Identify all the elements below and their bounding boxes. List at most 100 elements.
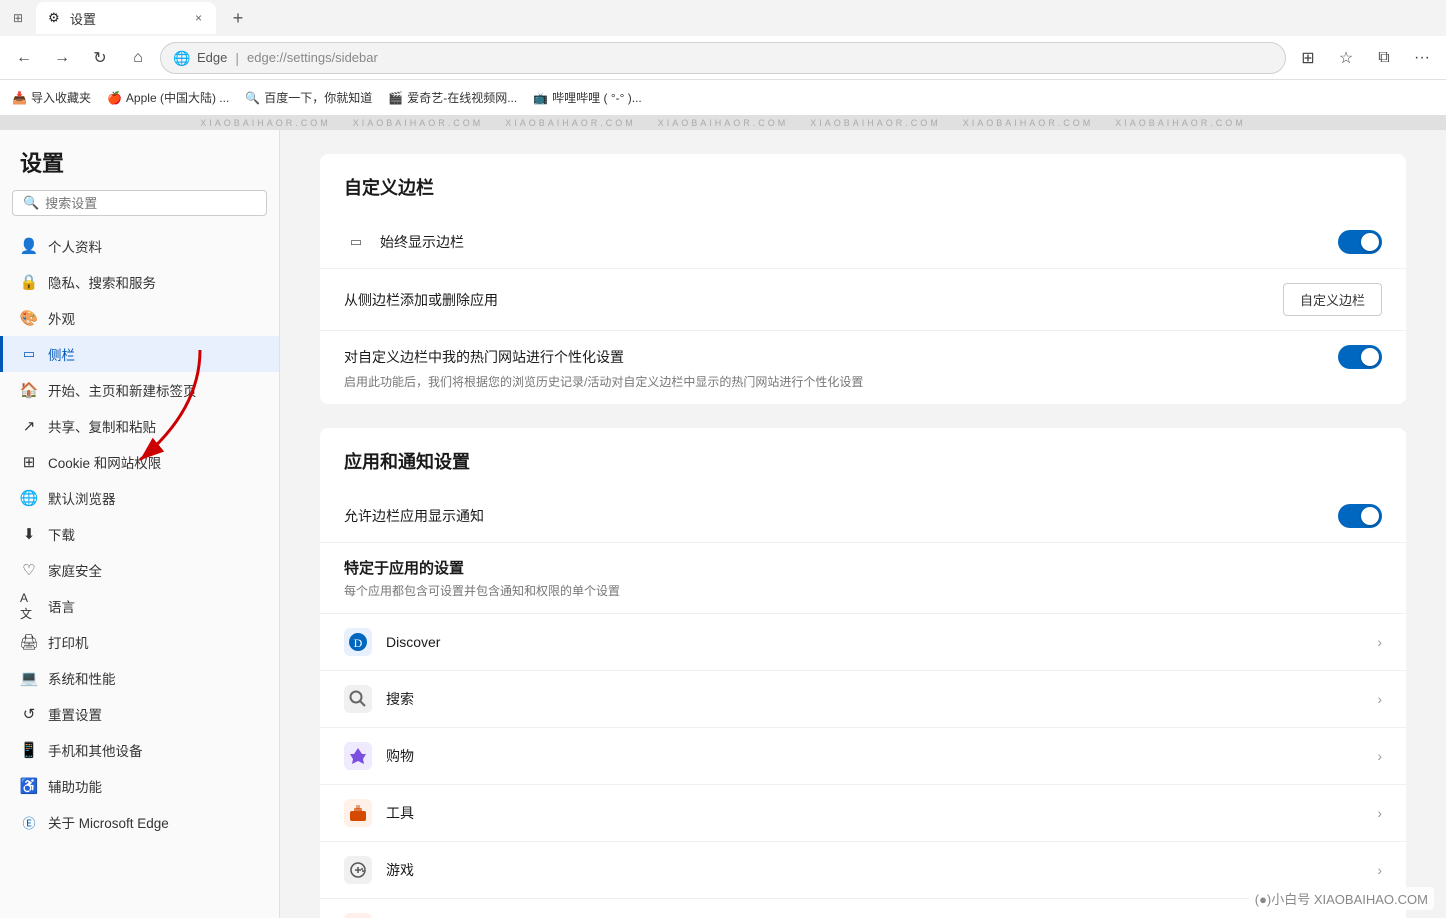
always-show-setting: ▭ 始终显示边栏 — [320, 216, 1406, 269]
address-path: edge://settings/sidebar — [247, 50, 378, 65]
cookies-label: Cookie 和网站权限 — [48, 452, 161, 472]
sidebar-icon: ▭ — [20, 345, 38, 363]
personalize-label: 对自定义边栏中我的热门网站进行个性化设置 — [344, 347, 1338, 367]
app-row-tools[interactable]: 工具 › — [320, 785, 1406, 842]
reset-icon: ↺ — [20, 705, 38, 723]
settings-content: 自定义边栏 ▭ 始终显示边栏 从侧边栏添加或删除应用 自定义边栏 — [280, 130, 1446, 918]
start-label: 开始、主页和新建标签页 — [48, 380, 197, 400]
bookmark-label-import: 导入收藏夹 — [31, 89, 91, 106]
search-chevron: › — [1377, 691, 1382, 707]
watermark-text: XIAOBAIHAOR.COM XIAOBAIHAOR.COM XIAOBAIH… — [200, 118, 1246, 128]
sidebar-item-reset[interactable]: ↺ 重置设置 — [0, 696, 279, 732]
sidebar-navigation: 设置 🔍 👤 个人资料 🔒 隐私、搜索和服务 🎨 外观 ▭ 侧栏 — [0, 130, 280, 918]
search-icon: 🔍 — [23, 195, 39, 211]
reset-label: 重置设置 — [48, 704, 102, 724]
sidebar-item-system[interactable]: 💻 系统和性能 — [0, 660, 279, 696]
favorites-button[interactable]: ☆ — [1330, 42, 1362, 74]
downloads-label: 下载 — [48, 524, 75, 544]
add-remove-label: 从侧边栏添加或删除应用 — [344, 290, 1283, 310]
extensions-button[interactable]: ⊞ — [1292, 42, 1324, 74]
tools-chevron: › — [1377, 805, 1382, 821]
app-row-shopping[interactable]: 购物 › — [320, 728, 1406, 785]
settings-tab[interactable]: ⚙ 设置 × — [36, 2, 216, 34]
bookmark-label-bilibili: 哔哩哔哩 ( °-° )... — [552, 89, 642, 106]
always-show-label: 始终显示边栏 — [380, 232, 1338, 252]
allow-notifications-toggle[interactable] — [1338, 504, 1382, 528]
always-show-icon: ▭ — [344, 230, 368, 254]
settings-page-title: 设置 — [0, 146, 279, 190]
app-row-games[interactable]: 游戏 › — [320, 842, 1406, 899]
sidebar-item-printer[interactable]: 🖨 打印机 — [0, 624, 279, 660]
sidebar-item-language[interactable]: A文 语言 — [0, 588, 279, 624]
bookmark-favicon-apple: 🍎 — [107, 91, 122, 105]
sidebar-item-start[interactable]: 🏠 开始、主页和新建标签页 — [0, 372, 279, 408]
app-specific-desc: 每个应用都包含可设置并包含通知和权限的单个设置 — [344, 582, 1382, 599]
app-row-discover[interactable]: D Discover › — [320, 614, 1406, 671]
bookmark-import[interactable]: 📥 导入收藏夹 — [12, 89, 91, 106]
tools-name: 工具 — [386, 803, 1377, 823]
sidebar-item-privacy[interactable]: 🔒 隐私、搜索和服务 — [0, 264, 279, 300]
sidebar-item-appearance[interactable]: 🎨 外观 — [0, 300, 279, 336]
new-tab-button[interactable]: + — [224, 4, 252, 32]
language-label: 语言 — [48, 596, 75, 616]
bookmark-label-baidu: 百度一下，你就知道 — [264, 89, 372, 106]
always-show-toggle[interactable] — [1338, 230, 1382, 254]
profile-label: 个人资料 — [48, 236, 102, 256]
tab-close-button[interactable]: × — [193, 9, 204, 27]
personalize-setting: 对自定义边栏中我的热门网站进行个性化设置 启用此功能后，我们将根据您的浏览历史记… — [320, 331, 1406, 404]
allow-notifications-setting: 允许边栏应用显示通知 — [320, 490, 1406, 543]
back-button[interactable]: ← — [8, 42, 40, 74]
app-specific-subsection: 特定于应用的设置 每个应用都包含可设置并包含通知和权限的单个设置 — [320, 543, 1406, 614]
privacy-label: 隐私、搜索和服务 — [48, 272, 156, 292]
sidebar-item-family[interactable]: ♡ 家庭安全 — [0, 552, 279, 588]
allow-notifications-label: 允许边栏应用显示通知 — [344, 506, 1338, 526]
address-bar[interactable]: 🌐 Edge | edge://settings/sidebar — [160, 42, 1286, 74]
search-settings-box[interactable]: 🔍 — [12, 190, 267, 216]
sidebar-item-downloads[interactable]: ⬇ 下载 — [0, 516, 279, 552]
discover-name: Discover — [386, 634, 1377, 650]
accessibility-label: 辅助功能 — [48, 776, 102, 796]
menu-button[interactable]: ··· — [1406, 42, 1438, 74]
bookmark-favicon-baidu: 🔍 — [245, 91, 260, 105]
profile-icon: 👤 — [20, 237, 38, 255]
address-separator: | — [235, 50, 239, 66]
app-notifications-title: 应用和通知设置 — [320, 428, 1406, 490]
family-icon: ♡ — [20, 561, 38, 579]
bookmark-favicon-import: 📥 — [12, 91, 27, 105]
sidebar-item-about[interactable]: Ⓔ 关于 Microsoft Edge — [0, 804, 279, 840]
personalize-toggle[interactable] — [1338, 345, 1382, 369]
sidebar-item-share[interactable]: ↗ 共享、复制和粘贴 — [0, 408, 279, 444]
games-chevron: › — [1377, 862, 1382, 878]
svg-text:D: D — [354, 636, 363, 650]
collections-button[interactable]: ⧉ — [1368, 42, 1400, 74]
m365-icon — [344, 913, 372, 918]
browser-toolbar: ← → ↻ ⌂ 🌐 Edge | edge://settings/sidebar… — [0, 36, 1446, 80]
sidebar-item-browser[interactable]: 🌐 默认浏览器 — [0, 480, 279, 516]
forward-button[interactable]: → — [46, 42, 78, 74]
app-row-m365[interactable]: Microsoft 365 › — [320, 899, 1406, 918]
app-row-search[interactable]: 搜索 › — [320, 671, 1406, 728]
search-app-name: 搜索 — [386, 689, 1377, 709]
about-label: 关于 Microsoft Edge — [48, 812, 169, 832]
bookmark-iqiyi[interactable]: 🎬 爱奇艺-在线视频网... — [388, 89, 517, 106]
language-icon: A文 — [20, 597, 38, 615]
share-icon: ↗ — [20, 417, 38, 435]
refresh-button[interactable]: ↻ — [84, 42, 116, 74]
sidebar-item-sidebar[interactable]: ▭ 侧栏 — [0, 336, 279, 372]
search-settings-input[interactable] — [45, 196, 256, 211]
bookmark-baidu[interactable]: 🔍 百度一下，你就知道 — [245, 89, 372, 106]
system-icon: 💻 — [20, 669, 38, 687]
sidebar-item-mobile[interactable]: 📱 手机和其他设备 — [0, 732, 279, 768]
home-button[interactable]: ⌂ — [122, 42, 154, 74]
games-icon — [344, 856, 372, 884]
sidebar-item-cookies[interactable]: ⊞ Cookie 和网站权限 — [0, 444, 279, 480]
tools-icon — [344, 799, 372, 827]
customize-sidebar-button[interactable]: 自定义边栏 — [1283, 283, 1382, 316]
system-label: 系统和性能 — [48, 668, 116, 688]
sidebar-item-accessibility[interactable]: ♿ 辅助功能 — [0, 768, 279, 804]
tab-title: 设置 — [70, 9, 187, 28]
sidebar-item-profile[interactable]: 👤 个人资料 — [0, 228, 279, 264]
bookmark-bilibili[interactable]: 📺 哔哩哔哩 ( °-° )... — [533, 89, 642, 106]
bookmark-apple[interactable]: 🍎 Apple (中国大陆) ... — [107, 89, 229, 106]
share-label: 共享、复制和粘贴 — [48, 416, 156, 436]
